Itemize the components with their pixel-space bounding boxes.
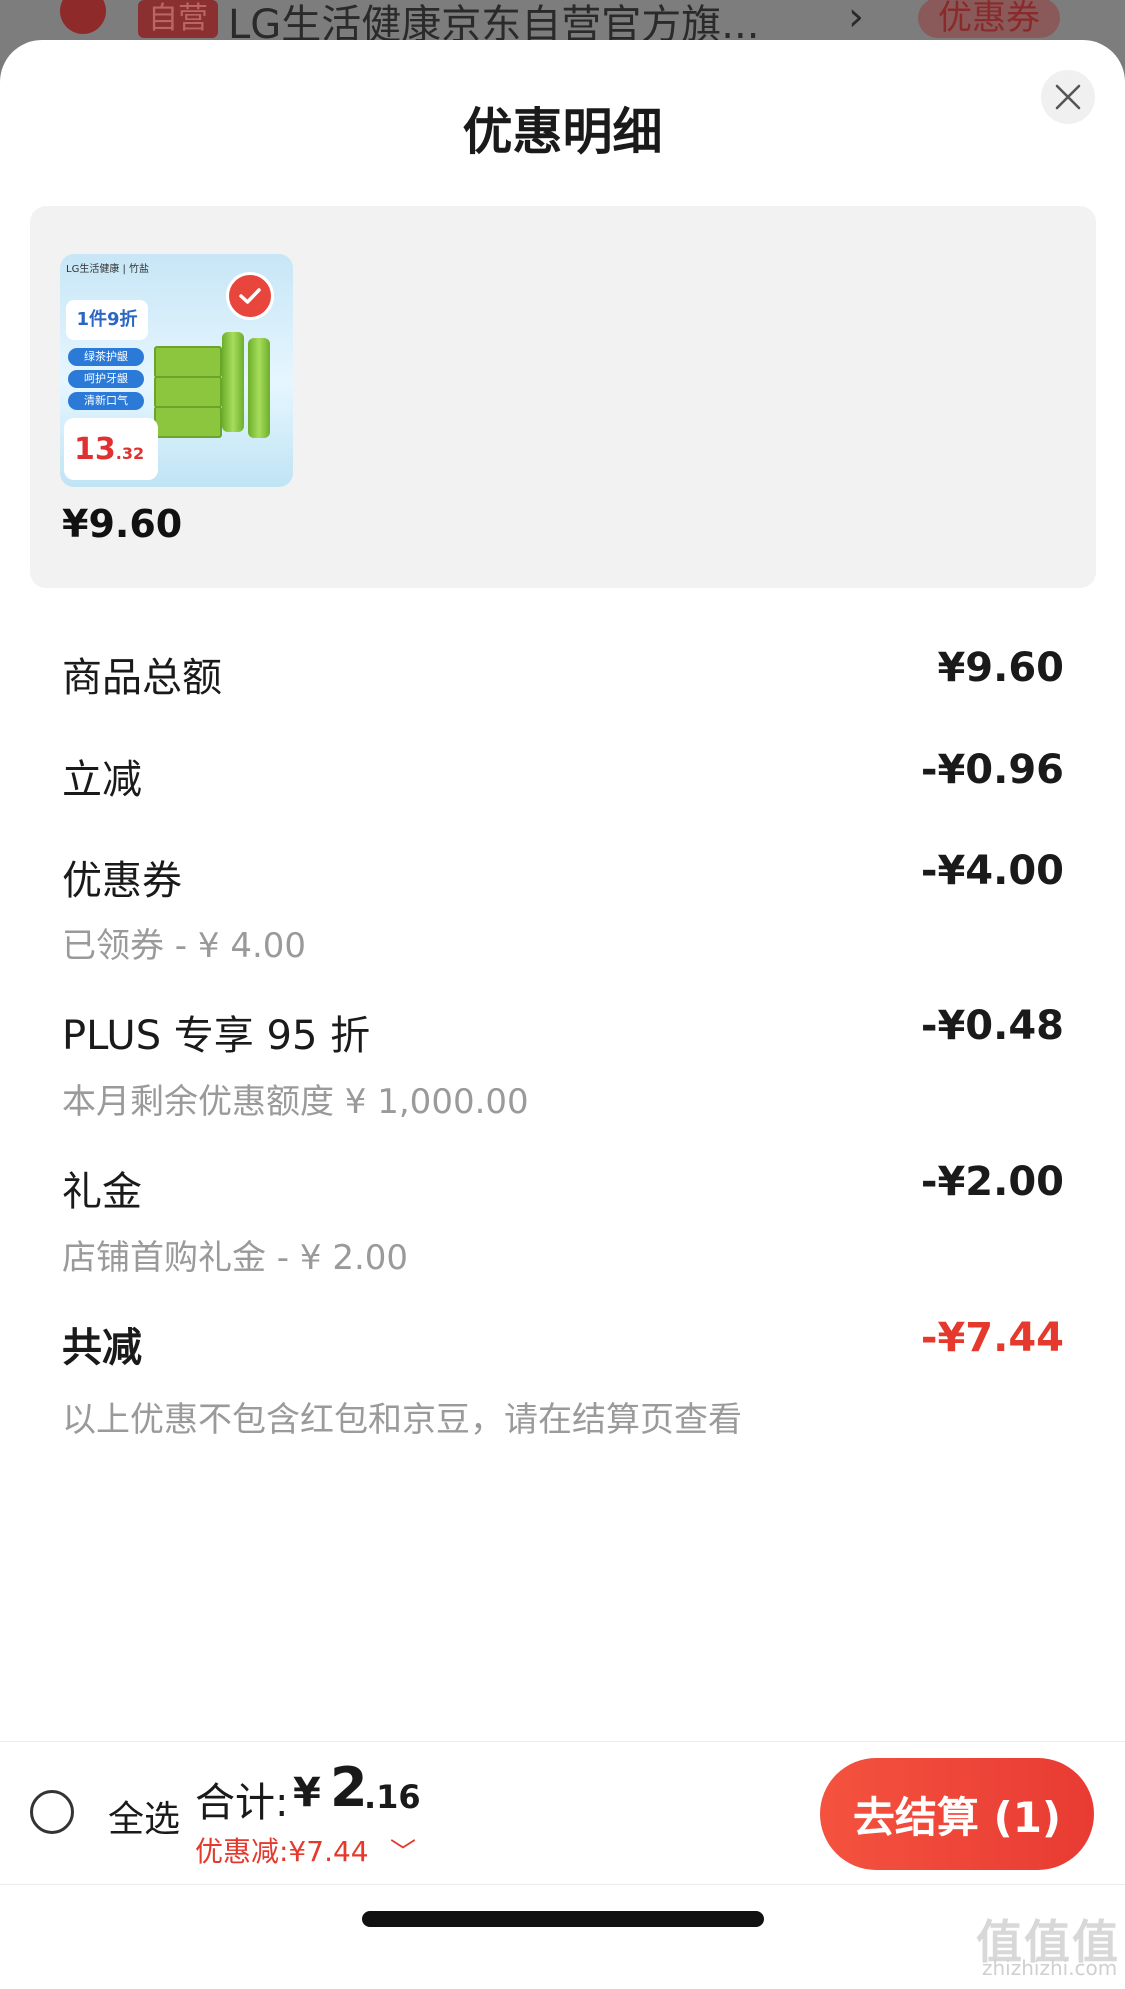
row-label-plus: PLUS 专享 95 折 [62,1013,371,1059]
total-currency: ¥ [293,1770,321,1816]
close-button[interactable] [1041,70,1095,124]
thumbnail-promo: 1件9折 [66,300,148,340]
total-label: 合计: [195,1780,289,1826]
close-icon [1055,84,1081,110]
product-card: LG生活健康 | 竹盐 1件9折 绿茶护龈 呵护牙龈 清新口气 13.32 ¥9… [30,206,1096,588]
chevron-down-icon[interactable]: ﹀ [390,1832,416,1869]
row-value-coupon: -¥4.00 [920,848,1064,894]
selected-check-icon[interactable] [226,272,274,320]
select-all-checkbox[interactable] [30,1790,74,1834]
checkout-bar: 全选 合计: ¥ 2 .16 优惠减:¥7.44 ﹀ 去结算 (1) [0,1741,1125,1885]
product-thumbnail[interactable]: LG生活健康 | 竹盐 1件9折 绿茶护龈 呵护牙龈 清新口气 13.32 [60,254,293,487]
discount-summary[interactable]: 优惠减:¥7.44 [195,1830,369,1870]
thumbnail-chip: 清新口气 [68,392,144,410]
row-value-subtotal: ¥9.60 [937,645,1064,691]
total-amount-dec: .16 [364,1778,421,1816]
row-label-instant-discount: 立减 [62,757,142,803]
thumbnail-chip: 绿茶护龈 [68,348,144,366]
row-label-total-discount: 共减 [62,1325,142,1371]
toothpaste-box [154,376,222,408]
thumbnail-chip: 呵护牙龈 [68,370,144,388]
row-label-subtotal: 商品总额 [62,655,222,701]
sheet-title: 优惠明细 [462,103,663,161]
row-value-total-discount: -¥7.44 [920,1315,1064,1361]
row-sub-total-discount: 以上优惠不包含红包和京豆，请在结算页查看 [62,1400,742,1440]
watermark-url: zhizhizhi.com [982,1956,1118,1980]
discount-detail-sheet: 优惠明细 LG生活健康 | 竹盐 1件9折 绿茶护龈 呵护牙龈 清新口气 13.… [0,40,1125,1989]
row-value-instant-discount: -¥0.96 [920,747,1064,793]
self-operated-badge: 自营 [138,0,218,38]
row-sub-plus: 本月剩余优惠额度 ¥ 1,000.00 [62,1082,529,1122]
chevron-right-icon: › [848,0,864,40]
row-value-gift: -¥2.00 [920,1159,1064,1205]
select-all-label[interactable]: 全选 [108,1790,180,1842]
total-amount-int: 2 [330,1756,368,1819]
toothpaste-tube [222,332,244,432]
row-label-coupon: 优惠券 [62,858,182,904]
toothpaste-tube [248,338,270,438]
row-value-plus: -¥0.48 [920,1003,1064,1049]
row-sub-coupon: 已领券 - ¥ 4.00 [62,926,307,966]
toothpaste-box [154,406,222,438]
checkmark-icon [239,288,261,304]
home-indicator [362,1911,764,1927]
toothpaste-box [154,346,222,378]
store-check-icon [60,0,106,34]
product-price: ¥9.60 [62,502,183,546]
thumbnail-price: 13.32 [74,432,145,467]
coupon-button: 优惠券 [918,0,1060,38]
row-label-gift: 礼金 [62,1169,142,1215]
checkout-button[interactable]: 去结算 (1) [820,1758,1094,1870]
row-sub-gift: 店铺首购礼金 - ¥ 2.00 [62,1238,409,1278]
